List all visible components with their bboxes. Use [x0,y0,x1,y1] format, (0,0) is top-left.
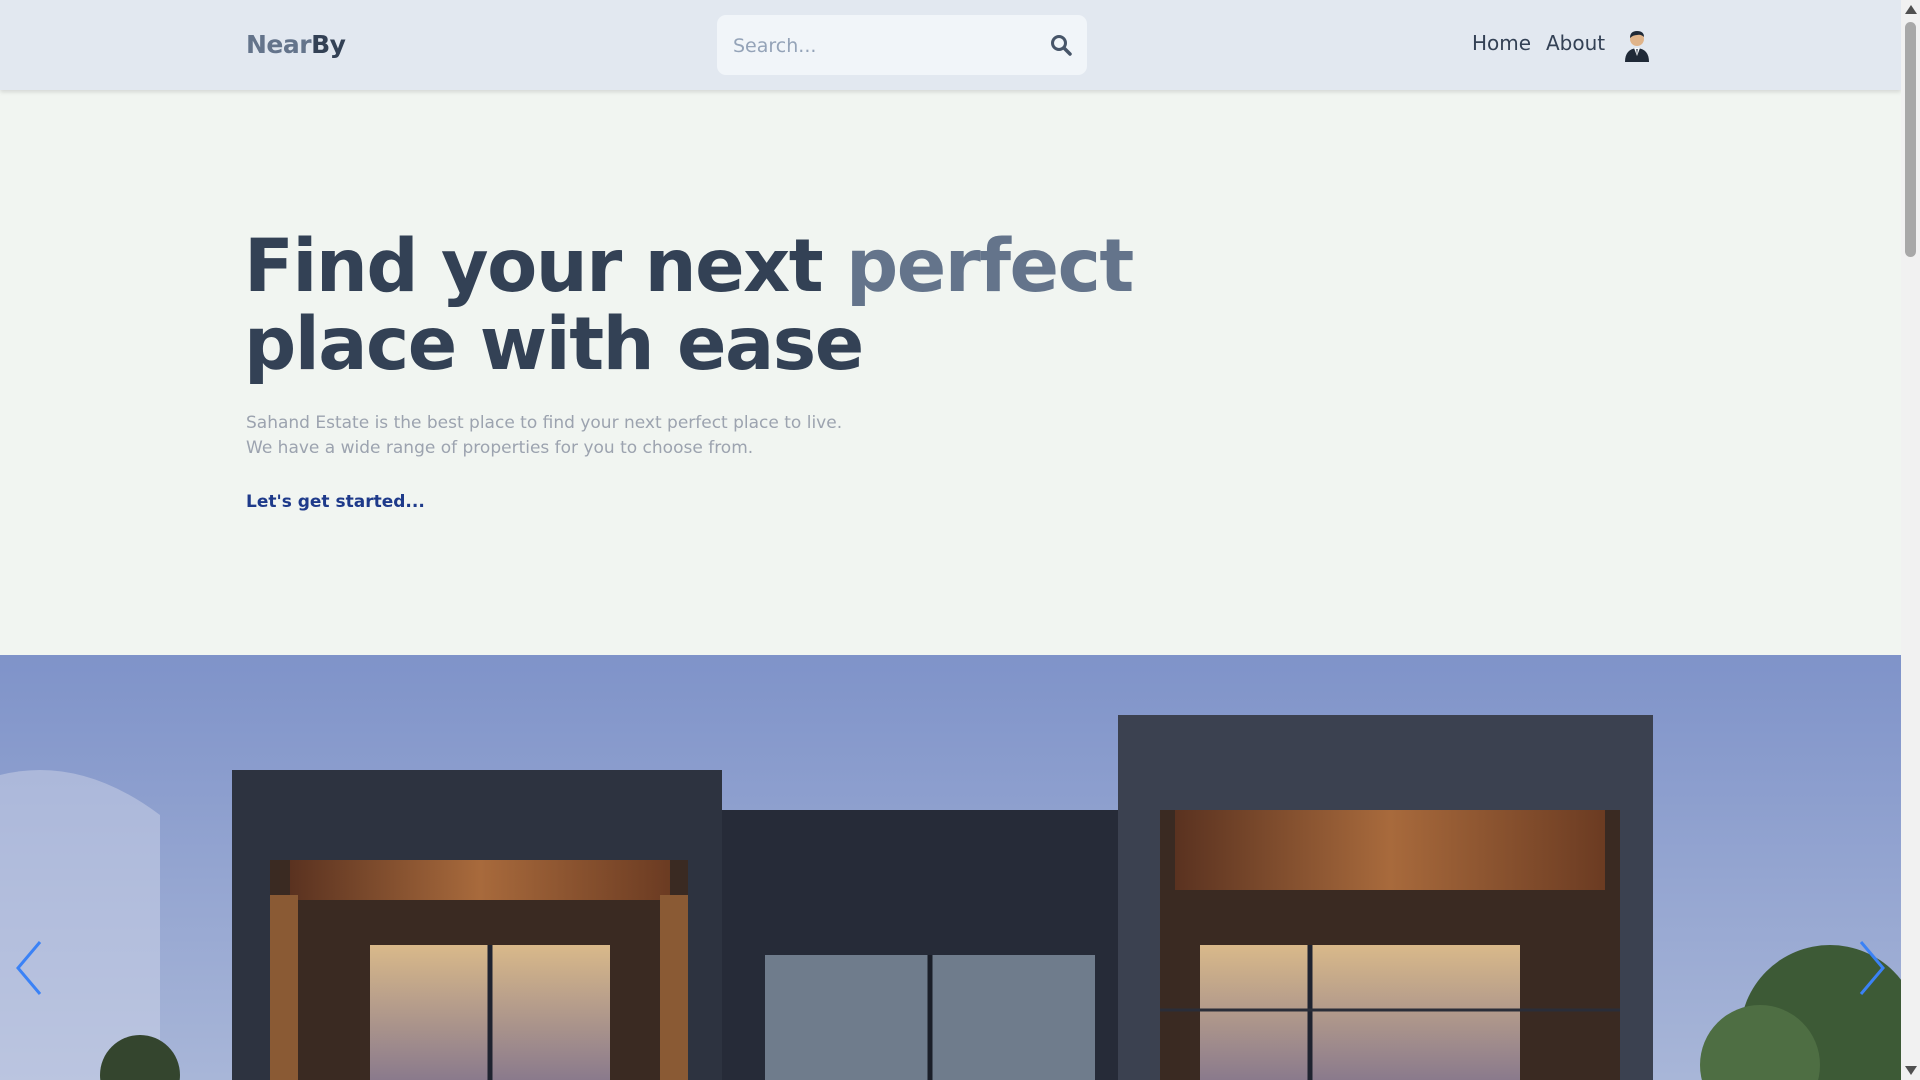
hero-description-line1: Sahand Estate is the best place to find … [246,413,843,433]
logo[interactable]: NearBy [246,30,346,59]
logo-near: Near [246,30,312,59]
hero-title-part2: place with ease [244,302,864,387]
search-bar [717,15,1087,77]
scroll-down-arrow[interactable] [1905,1066,1917,1075]
nav-about[interactable]: About [1546,31,1605,55]
hero-title-accent: perfect [846,224,1134,309]
chevron-right-icon[interactable] [1857,938,1887,998]
header: NearBy Home About [0,0,1901,90]
scrollbar-thumb[interactable] [1905,22,1916,257]
hero-title: Find your next perfect place with ease [244,228,1144,384]
scroll-up-arrow[interactable] [1905,5,1917,14]
hero-description: Sahand Estate is the best place to find … [246,411,842,461]
search-icon[interactable] [1049,33,1073,57]
user-avatar[interactable] [1621,26,1653,62]
nav-home[interactable]: Home [1472,31,1531,55]
hero-title-part1: Find your next [244,224,847,309]
logo-by: By [311,30,346,59]
chevron-left-icon[interactable] [14,938,44,998]
carousel-image [0,655,1901,1080]
get-started-link[interactable]: Let's get started... [246,492,425,512]
scrollbar[interactable] [1901,0,1920,1080]
listing-carousel [0,655,1901,1080]
hero-description-line2: We have a wide range of properties for y… [246,438,754,458]
search-input[interactable] [731,15,1035,77]
